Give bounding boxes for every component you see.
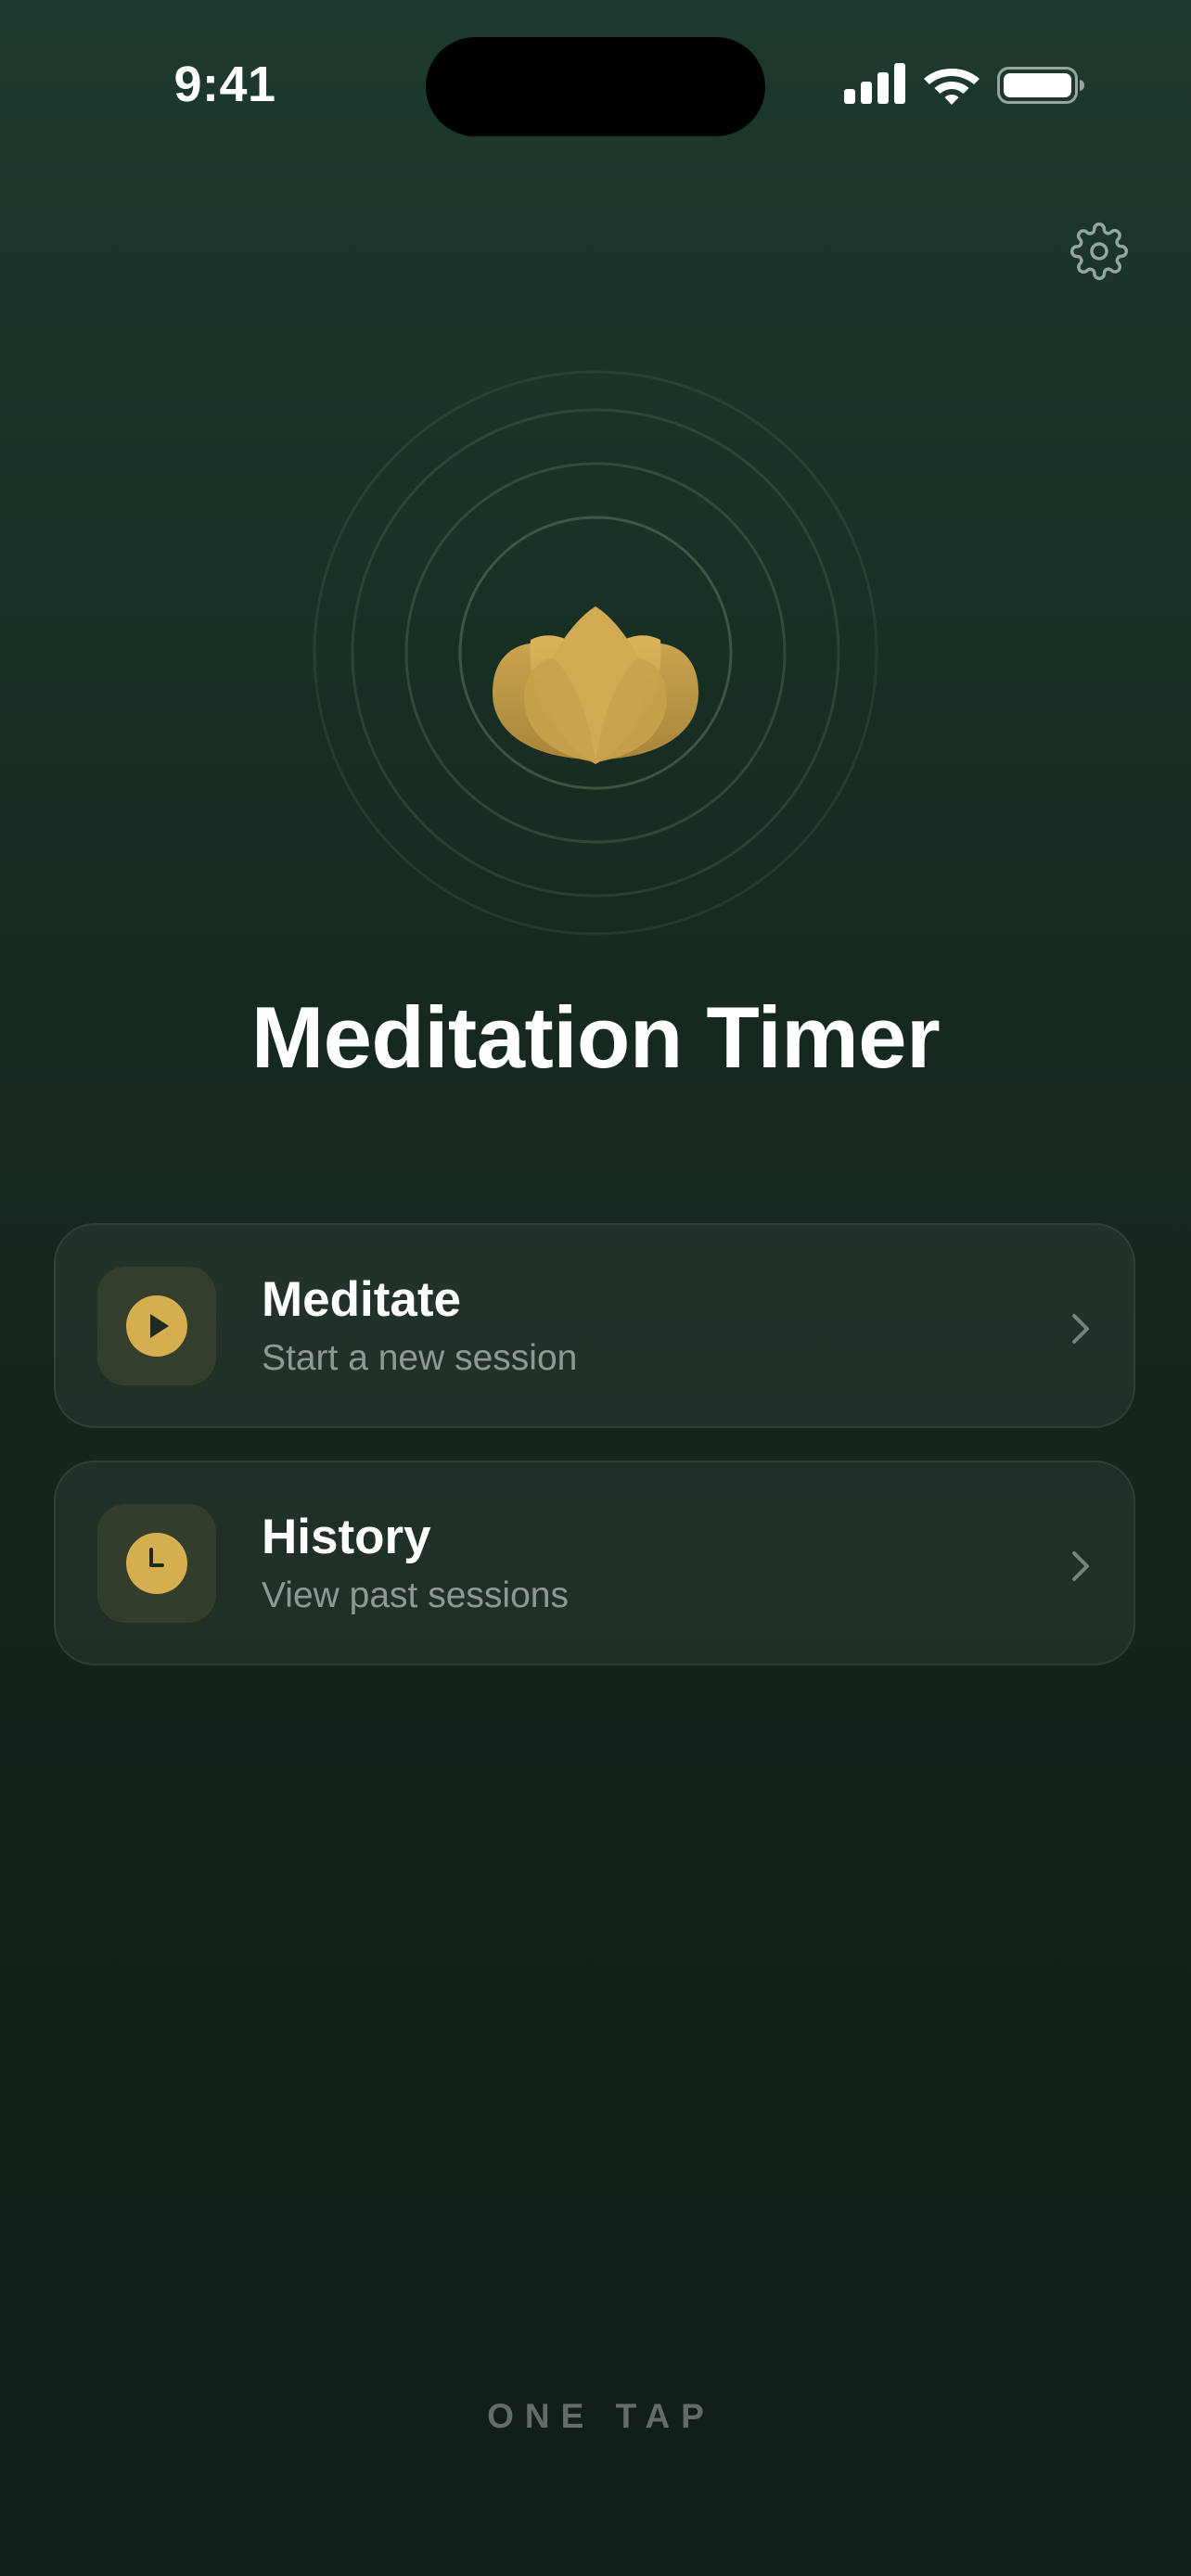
history-card[interactable]: History View past sessions (54, 1460, 1135, 1665)
history-subtitle: View past sessions (262, 1575, 569, 1615)
wifi-icon (924, 69, 980, 105)
clock-icon (126, 1533, 187, 1594)
meditate-subtitle: Start a new session (262, 1338, 578, 1378)
meditate-title: Meditate (262, 1272, 461, 1327)
hero-emblem (313, 370, 878, 936)
gear-icon (1070, 223, 1128, 280)
status-time: 9:41 (173, 57, 276, 112)
settings-button[interactable] (1067, 219, 1132, 284)
history-title: History (262, 1510, 431, 1564)
dynamic-island (426, 37, 765, 136)
lotus-icon (493, 606, 698, 764)
home-screen: 9:41 Meditation Timer Meditate Start a n… (0, 0, 1191, 2576)
chevron-right-icon (1072, 1551, 1089, 1581)
status-bar: 9:41 (0, 0, 1191, 139)
meditate-icon-tile (97, 1267, 216, 1385)
app-title: Meditation Timer (250, 988, 941, 1086)
play-icon (126, 1295, 187, 1357)
battery-icon (997, 67, 1084, 104)
cellular-signal-icon (844, 63, 905, 104)
footer-brand: ONE TAP (487, 2397, 715, 2435)
chevron-right-icon (1072, 1314, 1089, 1344)
history-icon-tile (97, 1504, 216, 1623)
meditate-card[interactable]: Meditate Start a new session (54, 1223, 1135, 1428)
